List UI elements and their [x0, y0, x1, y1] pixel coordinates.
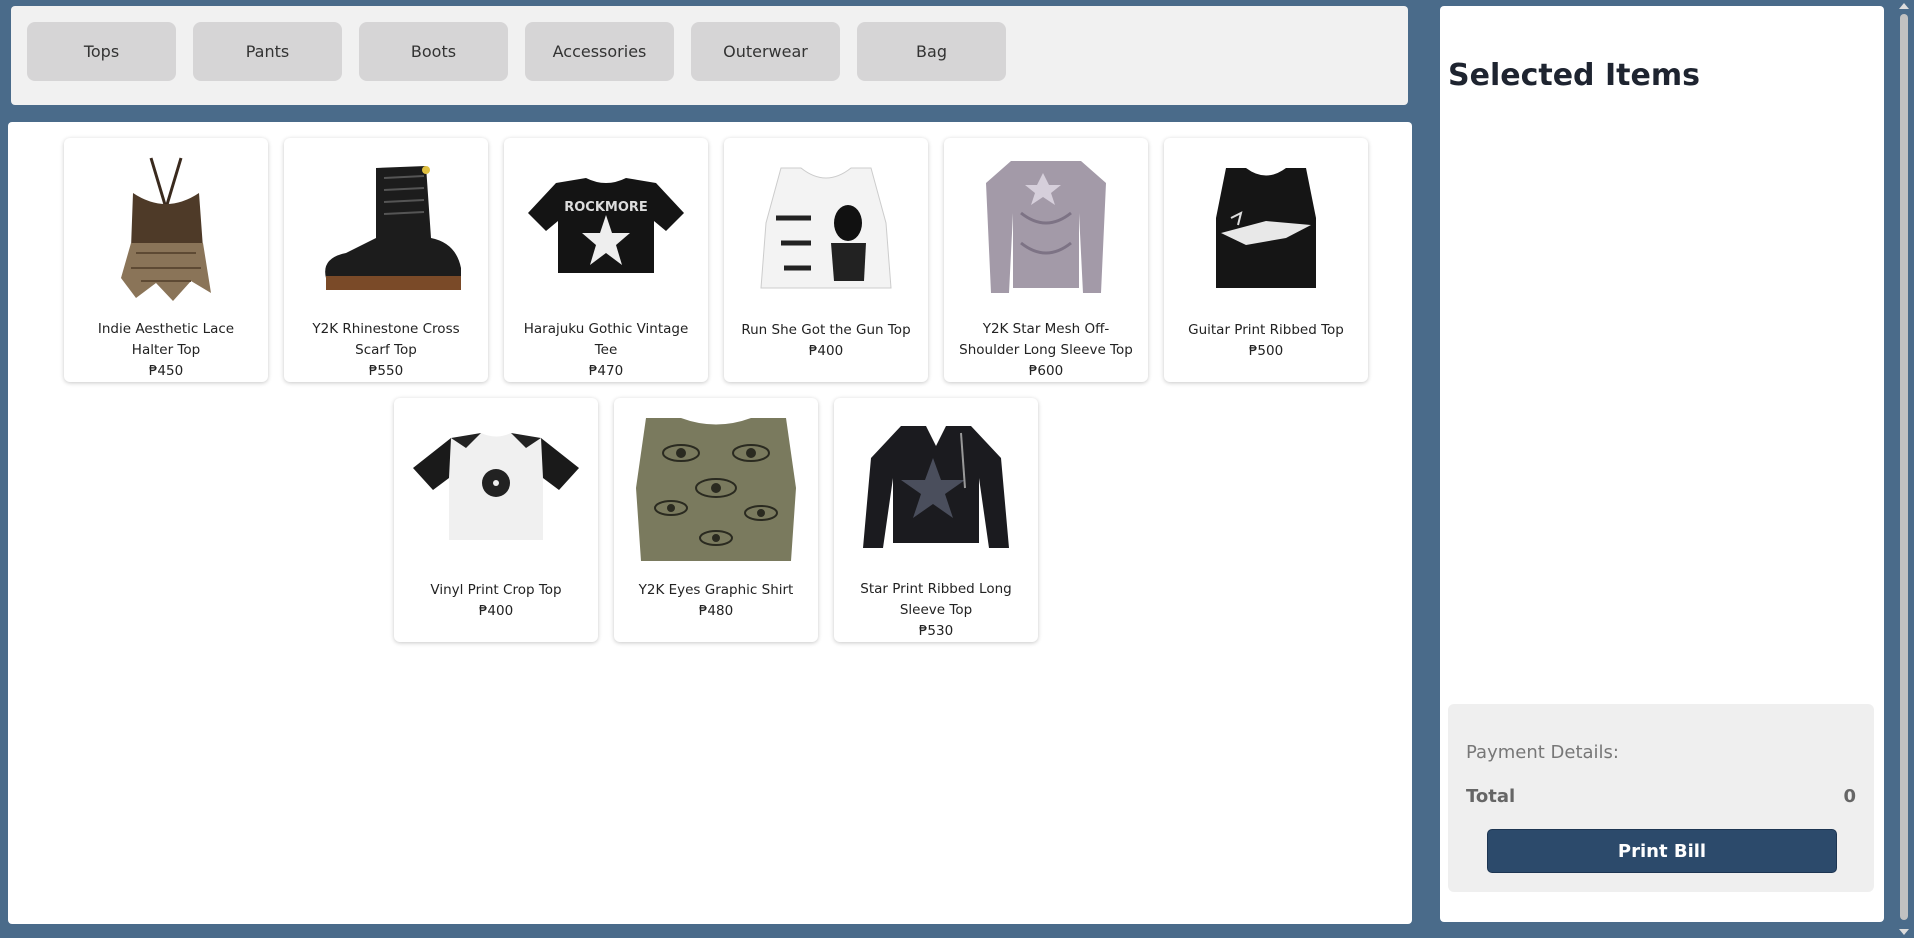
- scrollbar-thumb[interactable]: [1900, 14, 1908, 920]
- rockmore-tee-image: ROCKMORE: [521, 148, 691, 307]
- product-card[interactable]: ROCKMORE Harajuku Gothic Vintage Tee ₱47…: [504, 138, 708, 382]
- scroll-down-arrow-icon[interactable]: [1899, 929, 1909, 935]
- product-card[interactable]: Y2K Rhinestone Cross Scarf Top ₱550: [284, 138, 488, 382]
- payment-details-label: Payment Details:: [1466, 742, 1619, 763]
- product-name: Y2K Star Mesh Off-Shoulder Long Sleeve T…: [959, 321, 1133, 358]
- selected-items-title: Selected Items: [1448, 58, 1700, 93]
- scrollbar[interactable]: [1894, 0, 1914, 938]
- category-boots-button[interactable]: Boots: [359, 22, 508, 81]
- category-tops-button[interactable]: Tops: [27, 22, 176, 81]
- product-price: ₱600: [1028, 363, 1064, 379]
- product-name: Run She Got the Gun Top: [741, 322, 911, 338]
- category-bag-button[interactable]: Bag: [857, 22, 1006, 81]
- product-price: ₱400: [808, 343, 844, 359]
- scroll-up-arrow-icon[interactable]: [1899, 3, 1909, 9]
- guitar-print-top-image: [1181, 148, 1351, 308]
- category-pants-button[interactable]: Pants: [193, 22, 342, 81]
- product-grid: Indie Aesthetic Lace Halter Top ₱450 Y2K…: [56, 138, 1376, 642]
- vinyl-crop-top-image: [411, 408, 581, 568]
- product-price: ₱530: [918, 623, 954, 639]
- lace-halter-top-image: [81, 148, 251, 307]
- payment-details-box: Payment Details: Total 0 Print Bill: [1448, 704, 1874, 892]
- mesh-long-sleeve-image: [961, 148, 1131, 307]
- product-card[interactable]: Y2K Star Mesh Off-Shoulder Long Sleeve T…: [944, 138, 1148, 382]
- product-price: ₱470: [588, 363, 624, 379]
- product-name: Y2K Rhinestone Cross Scarf Top: [312, 321, 460, 358]
- selected-items-panel: Selected Items Payment Details: Total 0 …: [1440, 6, 1884, 922]
- product-price: ₱400: [478, 603, 514, 619]
- product-name: Harajuku Gothic Vintage Tee: [523, 321, 689, 358]
- product-name: Y2K Eyes Graphic Shirt: [638, 582, 794, 598]
- product-name: Guitar Print Ribbed Top: [1188, 322, 1344, 338]
- product-name: Star Print Ribbed Long Sleeve Top: [860, 581, 1012, 618]
- total-value: 0: [1843, 786, 1856, 807]
- eyes-graphic-top-image: [631, 408, 801, 568]
- product-area: Indie Aesthetic Lace Halter Top ₱450 Y2K…: [8, 122, 1412, 924]
- category-outerwear-button[interactable]: Outerwear: [691, 22, 840, 81]
- category-accessories-button[interactable]: Accessories: [525, 22, 674, 81]
- black-boot-image: [301, 148, 471, 307]
- product-card[interactable]: Run She Got the Gun Top ₱400: [724, 138, 928, 382]
- total-label: Total: [1466, 786, 1516, 807]
- gun-print-tank-image: [741, 148, 911, 308]
- product-name: Vinyl Print Crop Top: [430, 582, 562, 598]
- product-card[interactable]: Vinyl Print Crop Top ₱400: [394, 398, 598, 642]
- product-card[interactable]: Y2K Eyes Graphic Shirt ₱480: [614, 398, 818, 642]
- product-card[interactable]: Indie Aesthetic Lace Halter Top ₱450: [64, 138, 268, 382]
- product-price: ₱550: [368, 363, 404, 379]
- product-card[interactable]: Star Print Ribbed Long Sleeve Top ₱530: [834, 398, 1038, 642]
- product-price: ₱480: [698, 603, 734, 619]
- product-price: ₱500: [1248, 343, 1284, 359]
- category-bar: Tops Pants Boots Accessories Outerwear B…: [11, 6, 1408, 105]
- star-sweater-image: [851, 408, 1021, 567]
- product-name: Indie Aesthetic Lace Halter Top: [97, 321, 235, 358]
- tee-print-text: ROCKMORE: [564, 200, 648, 215]
- product-card[interactable]: Guitar Print Ribbed Top ₱500: [1164, 138, 1368, 382]
- product-price: ₱450: [148, 363, 184, 379]
- print-bill-button[interactable]: Print Bill: [1487, 829, 1837, 873]
